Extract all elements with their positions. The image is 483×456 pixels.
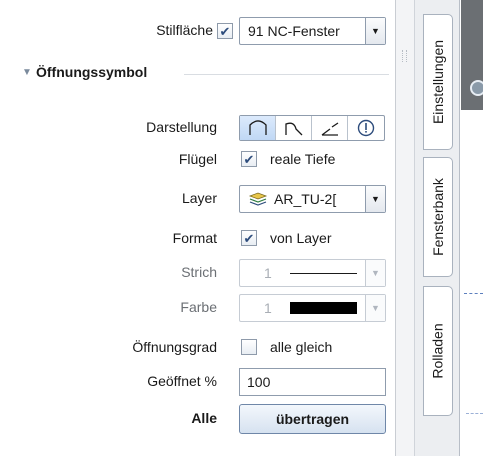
stilflaeche-label: Stilfläche <box>156 22 213 38</box>
strich-label: Strich <box>181 264 217 280</box>
strich-value: 1 <box>264 265 272 281</box>
info-icon[interactable] <box>348 116 384 140</box>
alle-label: Alle <box>191 410 217 426</box>
farbe-label: Farbe <box>180 299 217 315</box>
collapse-arrow-icon[interactable]: ▼ <box>22 67 32 78</box>
section-header-oeffnungssymbol[interactable]: ▼ Öffnungssymbol <box>22 64 392 86</box>
chevron-down-icon[interactable]: ▼ <box>365 295 385 321</box>
stilflaeche-checkbox[interactable]: ✔ <box>217 23 233 39</box>
panel-splitter[interactable] <box>396 0 415 456</box>
format-checkbox[interactable]: ✔ <box>241 230 257 246</box>
section-divider <box>184 74 389 75</box>
chevron-down-icon[interactable]: ▼ <box>365 18 385 44</box>
format-option: von Layer <box>270 230 332 246</box>
color-swatch <box>290 302 365 314</box>
fluegel-row: Flügel ✔ reale Tiefe <box>0 145 395 175</box>
section-title: Öffnungssymbol <box>36 64 148 80</box>
splitter-grip-icon[interactable] <box>402 50 407 62</box>
chevron-down-icon[interactable]: ▼ <box>365 186 385 212</box>
layer-value: AR_TU-2[ <box>274 191 337 207</box>
format-label: Format <box>172 230 217 246</box>
stilflaeche-row: Stilfläche ✔ 91 NC-Fenster ▼ <box>0 16 395 46</box>
canvas-guide-line <box>464 293 483 294</box>
oeffnungsgrad-label: Öffnungsgrad <box>132 339 217 355</box>
stilflaeche-select[interactable]: 91 NC-Fenster ▼ <box>239 17 386 45</box>
properties-panel: Stilfläche ✔ 91 NC-Fenster ▼ ▼ Öffnungss… <box>0 0 400 456</box>
layer-row: Layer AR_TU-2[ ▼ <box>0 184 395 214</box>
swing-slanted-icon[interactable] <box>312 116 348 140</box>
layer-select[interactable]: AR_TU-2[ ▼ <box>239 185 386 213</box>
oeffnungsgrad-checkbox[interactable] <box>241 339 257 355</box>
layer-icon <box>240 192 268 206</box>
uebertragen-button[interactable]: übertragen <box>239 404 386 434</box>
darstellung-label: Darstellung <box>146 119 217 135</box>
swing-half-icon[interactable] <box>276 116 312 140</box>
geoeffnet-label: Geöffnet % <box>147 373 217 389</box>
layer-label: Layer <box>181 190 217 206</box>
oeffnungsgrad-row: Öffnungsgrad alle gleich <box>0 333 395 363</box>
darstellung-toolbar <box>239 115 385 141</box>
chevron-down-icon[interactable]: ▼ <box>365 260 385 286</box>
strich-row: Strich 1 ▼ <box>0 258 395 288</box>
strich-select[interactable]: 1 ▼ <box>239 259 386 287</box>
fluegel-checkbox[interactable]: ✔ <box>241 151 257 167</box>
tab-rolladen-label: Rolladen <box>430 323 447 379</box>
tab-einstellungen[interactable]: Einstellungen <box>423 14 453 150</box>
canvas-guide-line <box>466 413 483 414</box>
fluegel-label: Flügel <box>178 151 217 167</box>
canvas-marker-icon <box>470 80 483 96</box>
farbe-select[interactable]: 1 ▼ <box>239 294 386 322</box>
fluegel-option: reale Tiefe <box>270 151 336 167</box>
line-style-preview <box>290 272 365 274</box>
tab-rolladen[interactable]: Rolladen <box>423 286 453 416</box>
swing-open-icon[interactable] <box>240 116 276 140</box>
farbe-row: Farbe 1 ▼ <box>0 293 395 323</box>
stilflaeche-value: 91 NC-Fenster <box>248 23 340 39</box>
oeffnungsgrad-option: alle gleich <box>270 339 333 355</box>
tab-einstellungen-label: Einstellungen <box>430 39 446 125</box>
tab-fensterbank[interactable]: Fensterbank <box>423 157 453 277</box>
farbe-value: 1 <box>264 300 272 316</box>
tab-fensterbank-label: Fensterbank <box>430 178 447 256</box>
geoeffnet-input[interactable]: 100 <box>239 368 386 396</box>
format-row: Format ✔ von Layer <box>0 224 395 254</box>
